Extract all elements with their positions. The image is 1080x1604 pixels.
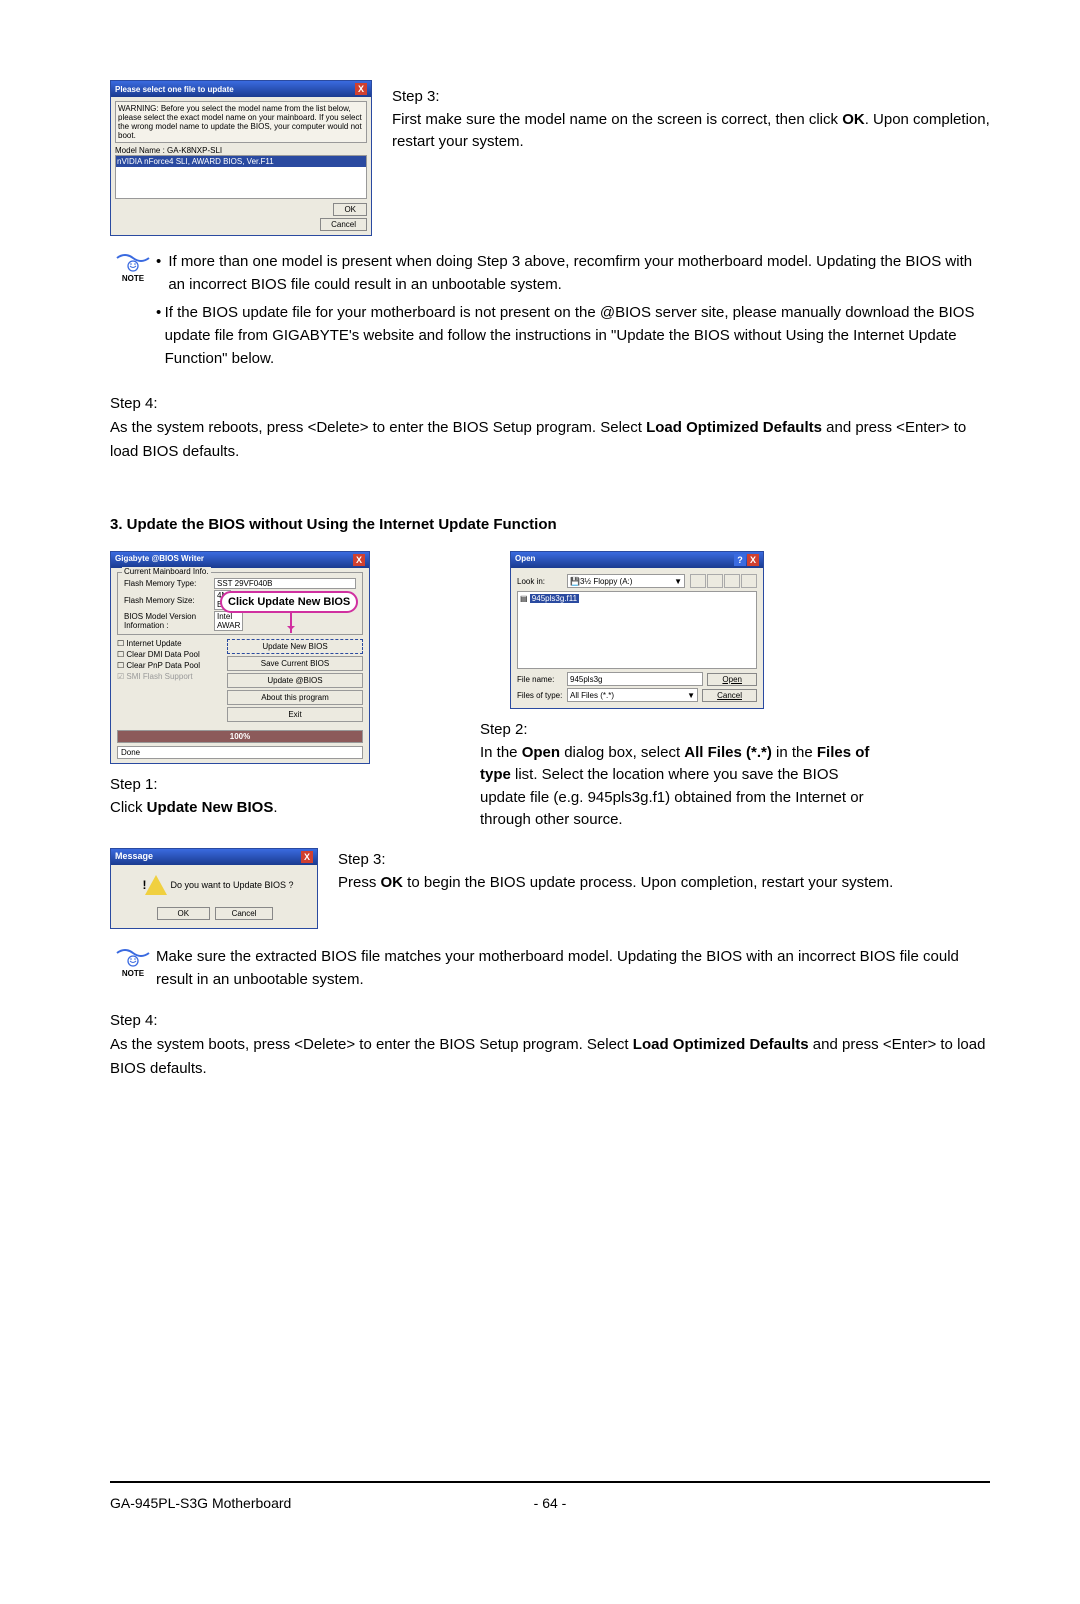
footer-pagenum: - 64 - — [370, 1495, 730, 1511]
open-dialog-titlebar: Open ? X — [511, 552, 763, 568]
chk-clear-pnp[interactable]: ☐ Clear PnP Data Pool — [117, 661, 227, 670]
bios-version-field: Intel AWAR — [214, 611, 243, 631]
file-icon: ▤ — [520, 594, 528, 603]
bios-writer-buttons: Update New BIOS Save Current BIOS Update… — [227, 637, 363, 724]
open-dialog: Open ? X Look in: 💾 3½ Floppy (A:)▼ — [510, 551, 764, 709]
callout-update-new-bios: Click Update New BIOS — [220, 591, 358, 613]
step3-text: Step 3: First make sure the model name o… — [392, 80, 990, 236]
dialog-buttons: OK Cancel — [115, 203, 367, 231]
dialog-title-text: Please select one file to update — [115, 85, 234, 94]
bios-writer-wrap: Gigabyte @BIOS Writer X Current Mainboar… — [110, 551, 370, 832]
warning-text: WARNING: Before you select the model nam… — [115, 101, 367, 143]
note-icon: NOTE — [110, 250, 156, 374]
chk-internet-update[interactable]: ☐ Internet Update — [117, 639, 227, 648]
note-item-2: If the BIOS update file for your motherb… — [165, 301, 990, 371]
dialog-body: WARNING: Before you select the model nam… — [111, 97, 371, 235]
close-icon[interactable]: X — [353, 554, 365, 566]
ok-button[interactable]: OK — [157, 907, 211, 920]
close-icon[interactable]: X — [355, 83, 367, 95]
cancel-button[interactable]: Cancel — [320, 218, 367, 231]
message-text: Do you want to Update BIOS ? — [170, 880, 293, 890]
step4a-body: As the system reboots, press <Delete> to… — [110, 416, 990, 464]
bios-writer-dialog: Gigabyte @BIOS Writer X Current Mainboar… — [110, 551, 370, 764]
open-dialog-body: Look in: 💾 3½ Floppy (A:)▼ ▤ 945pls3g.f1… — [511, 568, 763, 708]
note-block-2: NOTE Make sure the extracted BIOS file m… — [110, 945, 990, 992]
model-select-dialog: Please select one file to update X WARNI… — [110, 80, 372, 236]
note2-text: Make sure the extracted BIOS file matche… — [156, 945, 990, 992]
message-titlebar: Message X — [111, 849, 317, 865]
save-current-bios-button[interactable]: Save Current BIOS — [227, 656, 363, 671]
model-name-label: Model Name : GA-K8NXP-SLI — [115, 146, 367, 155]
dialog-titlebar: Please select one file to update X — [111, 81, 371, 97]
note-item-1: If more than one model is present when d… — [168, 250, 990, 297]
section-step3-top: Please select one file to update X WARNI… — [110, 80, 990, 236]
warning-icon — [134, 875, 156, 895]
flash-type-field: SST 29VF040B — [214, 578, 356, 589]
note-list: •If more than one model is present when … — [156, 250, 990, 374]
step3-label: Step 3: — [392, 86, 990, 109]
exit-button[interactable]: Exit — [227, 707, 363, 722]
step4a: Step 4: As the system reboots, press <De… — [110, 392, 990, 464]
step4b: Step 4: As the system boots, press <Dele… — [110, 1009, 990, 1081]
step3b-text: Step 3: Press OK to begin the BIOS updat… — [338, 848, 990, 929]
footer-model: GA-945PL-S3G Motherboard — [110, 1495, 370, 1511]
bullet-icon: • — [156, 250, 168, 297]
open-button[interactable]: Open — [707, 673, 757, 686]
model-list[interactable]: nVIDIA nForce4 SLI, AWARD BIOS, Ver.F11 — [115, 155, 367, 199]
note-icon: NOTE — [110, 945, 156, 992]
chk-clear-dmi[interactable]: ☐ Clear DMI Data Pool — [117, 650, 227, 659]
file-list[interactable]: ▤ 945pls3g.f11 — [517, 591, 757, 669]
bios-writer-checks: ☐ Internet Update ☐ Clear DMI Data Pool … — [117, 637, 227, 724]
callout-arrow-icon — [290, 611, 292, 633]
step2-caption: Step 2: In the Open dialog box, select A… — [480, 719, 880, 832]
cancel-button[interactable]: Cancel — [702, 689, 757, 702]
step3-body: First make sure the model name on the sc… — [392, 109, 990, 154]
section-heading-3: 3. Update the BIOS without Using the Int… — [110, 516, 990, 533]
progress-bar: 100% — [117, 730, 363, 743]
file-selected[interactable]: 945pls3g.f11 — [530, 594, 579, 603]
filetype-combo[interactable]: All Files (*.*)▼ — [567, 688, 698, 702]
views-icon[interactable] — [741, 574, 757, 588]
chk-smi-flash: ☑ SMI Flash Support — [117, 672, 227, 681]
document-page: Please select one file to update X WARNI… — [0, 0, 1080, 1581]
back-icon[interactable] — [690, 574, 706, 588]
toolbar-icons — [689, 574, 757, 588]
message-dialog: Message X Do you want to Update BIOS ? O… — [110, 848, 318, 929]
up-icon[interactable] — [707, 574, 723, 588]
about-button[interactable]: About this program — [227, 690, 363, 705]
help-icon[interactable]: ? — [734, 554, 746, 566]
message-body: Do you want to Update BIOS ? OK Cancel — [111, 865, 317, 928]
bullet-icon: • — [156, 301, 165, 371]
section-3-row: Gigabyte @BIOS Writer X Current Mainboar… — [110, 551, 990, 832]
bios-writer-title-text: Gigabyte @BIOS Writer — [115, 554, 204, 566]
close-icon[interactable]: X — [747, 554, 759, 566]
note-block-1: NOTE •If more than one model is present … — [110, 250, 990, 374]
model-list-selected[interactable]: nVIDIA nForce4 SLI, AWARD BIOS, Ver.F11 — [116, 156, 366, 167]
step4a-label: Step 4: — [110, 392, 990, 416]
status-done: Done — [117, 746, 363, 759]
lookin-combo[interactable]: 💾 3½ Floppy (A:)▼ — [567, 574, 685, 588]
page-footer: GA-945PL-S3G Motherboard - 64 - — [110, 1491, 990, 1551]
filename-input[interactable]: 945pls3g — [567, 672, 703, 686]
update-new-bios-button[interactable]: Update New BIOS — [227, 639, 363, 654]
bios-writer-lower: ☐ Internet Update ☐ Clear DMI Data Pool … — [117, 637, 363, 724]
footer-rule — [110, 1481, 990, 1483]
newfolder-icon[interactable] — [724, 574, 740, 588]
section-step3b: Message X Do you want to Update BIOS ? O… — [110, 848, 990, 929]
open-dialog-wrap: Open ? X Look in: 💾 3½ Floppy (A:)▼ — [480, 551, 880, 832]
step1-caption: Step 1: Click Update New BIOS. — [110, 774, 370, 819]
ok-button[interactable]: OK — [333, 203, 367, 216]
close-icon[interactable]: X — [301, 851, 313, 863]
cancel-button[interactable]: Cancel — [215, 907, 274, 920]
update-atbios-button[interactable]: Update @BIOS — [227, 673, 363, 688]
bios-writer-titlebar: Gigabyte @BIOS Writer X — [111, 552, 369, 568]
